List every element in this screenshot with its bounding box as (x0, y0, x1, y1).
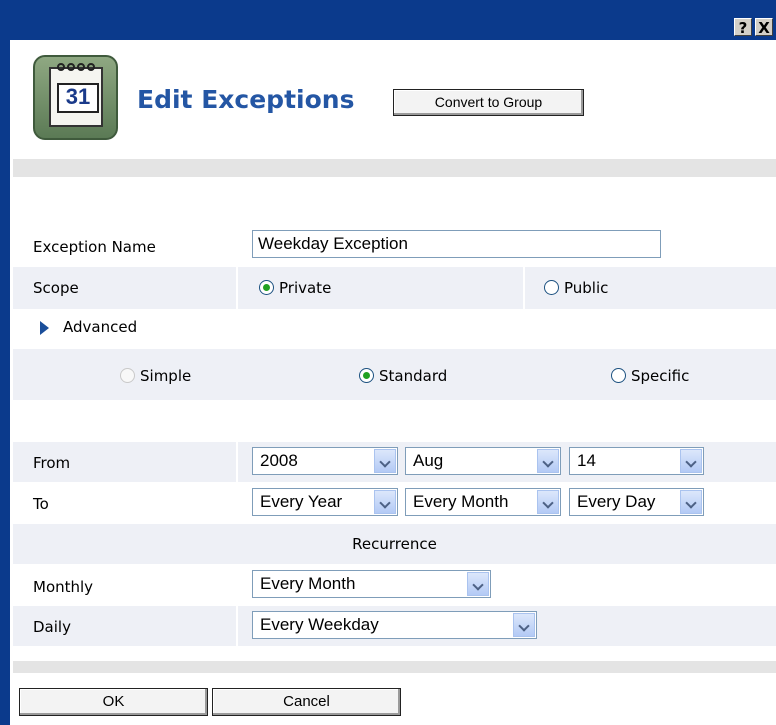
scope-private-label[interactable]: Private (279, 279, 331, 297)
dialog-panel: 31 Edit Exceptions Convert to Group Exce… (13, 40, 776, 725)
calendar-day-number: 31 (57, 83, 99, 113)
chevron-down-icon[interactable] (513, 613, 535, 637)
chevron-down-icon[interactable] (374, 449, 396, 473)
daily-select[interactable]: Every Weekday (252, 611, 537, 639)
exception-name-input[interactable]: Weekday Exception (252, 230, 661, 258)
mode-simple-radio[interactable] (120, 368, 135, 383)
scope-private-radio[interactable] (259, 280, 274, 295)
mode-row: Simple Standard Specific (13, 349, 776, 400)
chevron-down-icon[interactable] (374, 490, 396, 514)
to-month-value: Every Month (413, 492, 509, 511)
to-year-select[interactable]: Every Year (252, 488, 398, 516)
daily-row: Daily Every Weekday (13, 606, 776, 646)
chevron-down-icon[interactable] (467, 572, 489, 596)
daily-value: Every Weekday (260, 615, 379, 634)
help-button[interactable]: ? (734, 18, 752, 37)
monthly-select[interactable]: Every Month (252, 570, 491, 598)
page-title: Edit Exceptions (137, 85, 355, 114)
daily-label: Daily (33, 618, 71, 636)
from-year-value: 2008 (260, 451, 298, 470)
recurrence-heading: Recurrence (352, 535, 437, 553)
from-day-value: 14 (577, 451, 596, 470)
scope-public-label[interactable]: Public (564, 279, 608, 297)
recurrence-heading-row: Recurrence (13, 524, 776, 564)
chevron-down-icon[interactable] (680, 490, 702, 514)
close-button[interactable]: X (755, 18, 773, 37)
monthly-value: Every Month (260, 574, 356, 593)
window-titlebar: ? X (0, 0, 776, 40)
to-month-select[interactable]: Every Month (405, 488, 561, 516)
mode-standard-radio[interactable] (359, 368, 374, 383)
calendar-page: 31 (49, 63, 103, 127)
expand-triangle-icon[interactable] (40, 321, 49, 335)
monthly-label: Monthly (33, 578, 94, 596)
header-divider (13, 159, 776, 177)
from-year-select[interactable]: 2008 (252, 447, 398, 475)
cell-divider (523, 267, 525, 309)
mode-specific-radio[interactable] (611, 368, 626, 383)
monthly-row: Monthly Every Month (13, 565, 776, 605)
scope-public-radio[interactable] (544, 280, 559, 295)
ok-button[interactable]: OK (19, 688, 208, 716)
from-day-select[interactable]: 14 (569, 447, 704, 475)
mode-specific-label[interactable]: Specific (631, 367, 689, 385)
calendar-icon: 31 (33, 55, 118, 140)
from-row: From 2008 Aug 14 (13, 442, 776, 482)
to-year-value: Every Year (260, 492, 343, 511)
from-month-select[interactable]: Aug (405, 447, 561, 475)
to-row: To Every Year Every Month Every Day (13, 483, 776, 523)
mode-standard-label[interactable]: Standard (379, 367, 447, 385)
footer-divider (13, 661, 776, 673)
to-label: To (33, 495, 49, 513)
cell-divider (236, 606, 238, 646)
to-day-select[interactable]: Every Day (569, 488, 704, 516)
exception-name-row: Exception Name Weekday Exception (13, 225, 776, 267)
advanced-row: Advanced (13, 309, 776, 347)
scope-row: Scope Private Public (13, 267, 776, 309)
cell-divider (236, 267, 238, 309)
chevron-down-icon[interactable] (537, 449, 559, 473)
window-frame (0, 40, 10, 725)
convert-to-group-button[interactable]: Convert to Group (393, 89, 584, 116)
chevron-down-icon[interactable] (537, 490, 559, 514)
chevron-down-icon[interactable] (680, 449, 702, 473)
cancel-button[interactable]: Cancel (212, 688, 401, 716)
from-label: From (33, 454, 71, 472)
mode-simple-label[interactable]: Simple (140, 367, 191, 385)
calendar-rings (57, 63, 95, 71)
scope-label: Scope (33, 279, 79, 297)
to-day-value: Every Day (577, 492, 656, 511)
advanced-toggle[interactable]: Advanced (63, 318, 137, 336)
from-month-value: Aug (413, 451, 444, 470)
exception-name-label: Exception Name (33, 238, 156, 256)
cell-divider (236, 442, 238, 482)
